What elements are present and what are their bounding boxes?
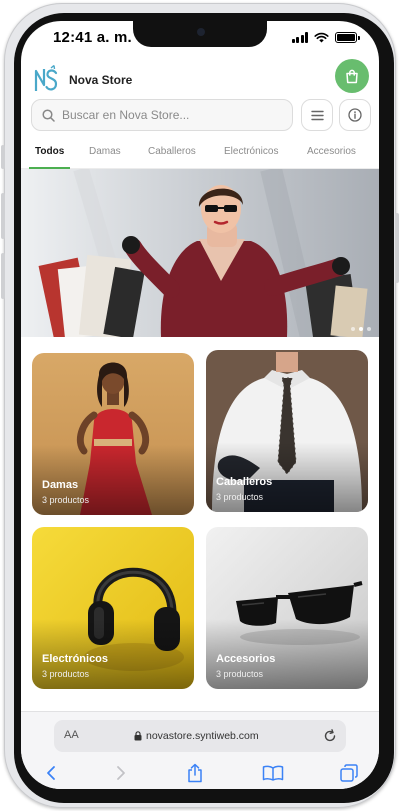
browser-toolbar: AA novastore.syntiweb.com (21, 711, 379, 789)
carousel-dots (351, 327, 371, 331)
back-icon (47, 766, 55, 780)
back-button[interactable] (37, 760, 65, 786)
info-icon (348, 108, 362, 122)
status-bar: 12:41 a. m. (21, 21, 379, 57)
tabs-button[interactable] (335, 760, 363, 786)
volume-down-button (1, 253, 5, 299)
reload-icon[interactable] (322, 728, 338, 744)
forward-icon (117, 766, 125, 780)
share-icon (188, 763, 202, 783)
search-box[interactable] (31, 99, 293, 131)
hero-image (21, 169, 379, 337)
browser-nav-bar (21, 760, 379, 786)
category-card-caballeros[interactable]: Caballeros 3 productos (206, 350, 368, 512)
category-title: Accesorios (216, 653, 276, 665)
category-tabs: Todos Damas Caballeros Electrónicos Acce… (21, 137, 379, 169)
bookmarks-icon (262, 765, 284, 781)
battery-icon (335, 32, 360, 43)
shopping-bag-icon (346, 69, 358, 83)
power-button (395, 213, 399, 283)
search-row (31, 99, 371, 131)
category-card-electronicos[interactable]: Electrónicos 3 productos (32, 527, 194, 689)
info-button[interactable] (339, 99, 371, 131)
store-header: Nova Store (21, 59, 379, 101)
share-button[interactable] (181, 760, 209, 786)
menu-button[interactable] (301, 99, 333, 131)
tab-damas[interactable]: Damas (89, 137, 121, 167)
camera (197, 28, 205, 36)
search-icon (42, 109, 55, 122)
screen: 12:41 a. m. Nova Store Buscar en Nova St… (21, 21, 379, 789)
category-card-damas[interactable]: Damas 3 productos (32, 353, 194, 515)
mute-switch (1, 145, 5, 169)
carousel-dot[interactable] (351, 327, 355, 331)
tabs-icon (340, 764, 358, 782)
category-count: 3 productos (42, 669, 90, 679)
address-bar[interactable]: AA novastore.syntiweb.com (54, 720, 346, 752)
carousel-dot[interactable] (367, 327, 371, 331)
category-title: Electrónicos (42, 653, 109, 665)
carousel-dot-active[interactable] (359, 327, 363, 331)
text-size-button[interactable]: AA (64, 729, 79, 741)
category-title: Caballeros (216, 476, 273, 488)
url-display[interactable]: novastore.syntiweb.com (134, 730, 259, 742)
category-count: 3 productos (42, 495, 90, 505)
tab-todos[interactable]: Todos (28, 137, 71, 169)
category-count: 3 productos (216, 492, 264, 502)
category-count: 3 productos (216, 669, 264, 679)
nova-store-logo[interactable] (33, 65, 59, 95)
notch (133, 21, 267, 47)
url-text: novastore.syntiweb.com (146, 730, 259, 742)
lock-icon (134, 731, 142, 741)
volume-up-button (1, 193, 5, 239)
tab-caballeros[interactable]: Caballeros (148, 137, 196, 167)
menu-icon (310, 110, 324, 120)
category-grid: Damas 3 productos Caballeros 3 productos (21, 337, 379, 697)
forward-button[interactable] (107, 760, 135, 786)
tab-electronicos[interactable]: Electrónicos (224, 137, 278, 167)
bookmarks-button[interactable] (259, 760, 287, 786)
store-name: Nova Store (69, 73, 133, 87)
cart-button[interactable] (335, 59, 369, 93)
status-time: 12:41 a. m. (53, 29, 132, 46)
category-title: Damas (42, 479, 79, 491)
wifi-icon (314, 32, 329, 43)
cellular-signal-icon (291, 32, 308, 43)
search-input[interactable] (62, 100, 288, 130)
category-card-accesorios[interactable]: Accesorios 3 productos (206, 527, 368, 689)
tab-accesorios[interactable]: Accesorios (307, 137, 356, 167)
hero-banner[interactable] (21, 169, 379, 337)
